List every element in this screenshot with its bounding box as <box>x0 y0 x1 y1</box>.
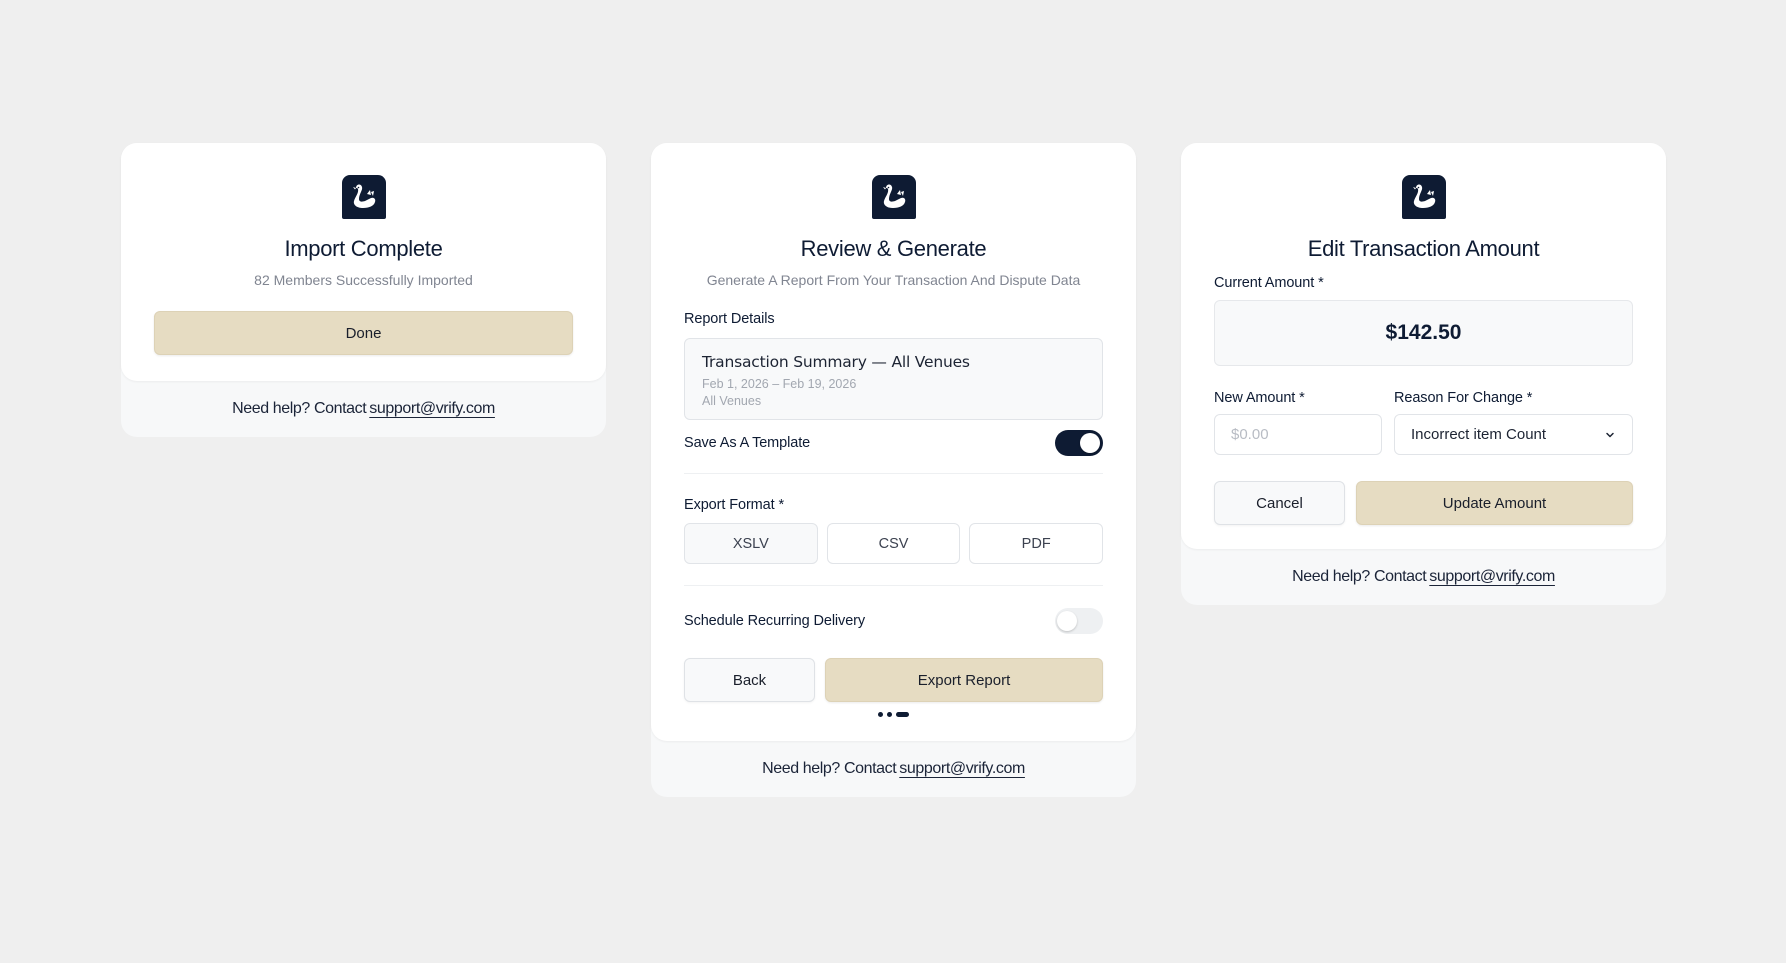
help-footer: Need help? Contact support@vrify.com <box>1181 549 1666 605</box>
support-email-link[interactable]: support@vrify.com <box>899 760 1025 778</box>
edit-transaction-title: Edit Transaction Amount <box>1307 236 1540 261</box>
swan-icon <box>1407 180 1441 214</box>
new-amount-label: New Amount * <box>1214 390 1305 406</box>
format-option-xslv[interactable]: XSLV <box>684 523 818 564</box>
chevron-down-icon <box>1606 432 1614 437</box>
help-text: Need help? Contact <box>762 760 897 777</box>
done-button[interactable]: Done <box>154 311 573 355</box>
format-option-pdf[interactable]: PDF <box>969 523 1104 564</box>
amount-reason-row: New Amount * $0.00 Reason For Change * I… <box>1214 390 1633 455</box>
current-amount-display: $142.50 <box>1214 300 1633 366</box>
new-amount-field: New Amount * $0.00 <box>1214 390 1382 455</box>
edit-transaction-panel: Edit Transaction Amount Current Amount *… <box>1181 143 1666 549</box>
new-amount-input[interactable]: $0.00 <box>1214 414 1382 455</box>
schedule-row: Schedule Recurring Delivery <box>684 608 1103 634</box>
step-dot <box>887 712 892 717</box>
toggle-knob <box>1080 433 1100 453</box>
schedule-toggle[interactable] <box>1055 608 1103 634</box>
toggle-knob <box>1057 611 1077 631</box>
export-format-label: Export Format * <box>684 497 785 513</box>
review-generate-card: Review & Generate Generate A Report From… <box>651 143 1136 797</box>
report-details-box[interactable]: Transaction Summary — All Venues Feb 1, … <box>684 338 1103 420</box>
brand-logo <box>341 175 386 219</box>
step-indicator <box>684 712 1103 717</box>
import-complete-panel: Import Complete 82 Members Successfully … <box>121 143 606 381</box>
review-actions: Back Export Report <box>684 658 1103 702</box>
report-name: Transaction Summary — All Venues <box>702 353 970 371</box>
edit-transaction-card: Edit Transaction Amount Current Amount *… <box>1181 143 1666 605</box>
divider <box>684 473 1103 474</box>
new-amount-placeholder: $0.00 <box>1231 426 1269 443</box>
save-template-label: Save As A Template <box>684 435 811 451</box>
export-report-button[interactable]: Export Report <box>825 658 1103 702</box>
swan-icon <box>877 180 911 214</box>
export-format-options: XSLV CSV PDF <box>684 523 1104 564</box>
edit-actions: Cancel Update Amount <box>1214 481 1633 525</box>
current-amount-label: Current Amount * <box>1214 275 1324 291</box>
brand-logo <box>1401 175 1446 219</box>
current-amount-value: $142.50 <box>1385 321 1462 344</box>
import-complete-subtitle: 82 Members Successfully Imported <box>254 272 473 288</box>
reason-value: Incorrect item Count <box>1411 426 1547 443</box>
review-generate-panel: Review & Generate Generate A Report From… <box>651 143 1136 741</box>
reason-select[interactable]: Incorrect item Count <box>1394 414 1633 455</box>
review-generate-subtitle: Generate A Report From Your Transaction … <box>706 272 1081 288</box>
save-template-toggle[interactable] <box>1055 430 1103 456</box>
divider <box>684 585 1103 586</box>
step-dot <box>878 712 883 717</box>
help-footer: Need help? Contact support@vrify.com <box>651 741 1136 797</box>
update-amount-button[interactable]: Update Amount <box>1356 481 1633 525</box>
swan-icon <box>347 180 381 214</box>
support-email-link[interactable]: support@vrify.com <box>369 400 495 418</box>
review-generate-title: Review & Generate <box>800 236 987 261</box>
reason-label: Reason For Change * <box>1394 390 1533 406</box>
format-option-csv[interactable]: CSV <box>826 523 961 564</box>
cancel-button[interactable]: Cancel <box>1214 481 1345 525</box>
brand-logo <box>871 175 916 219</box>
report-date-range: Feb 1, 2026 – Feb 19, 2026 <box>702 377 857 391</box>
help-footer: Need help? Contact support@vrify.com <box>121 381 606 437</box>
schedule-label: Schedule Recurring Delivery <box>684 613 866 629</box>
report-venues: All Venues <box>702 394 762 408</box>
help-text: Need help? Contact <box>232 400 367 417</box>
report-details-label: Report Details <box>684 311 775 327</box>
import-complete-card: Import Complete 82 Members Successfully … <box>121 143 606 437</box>
save-template-row: Save As A Template <box>684 430 1103 456</box>
help-text: Need help? Contact <box>1292 568 1427 585</box>
support-email-link[interactable]: support@vrify.com <box>1429 568 1555 586</box>
back-button[interactable]: Back <box>684 658 815 702</box>
import-complete-title: Import Complete <box>284 236 443 261</box>
step-dot-active <box>896 712 909 717</box>
reason-field: Reason For Change * Incorrect item Count <box>1394 390 1633 455</box>
